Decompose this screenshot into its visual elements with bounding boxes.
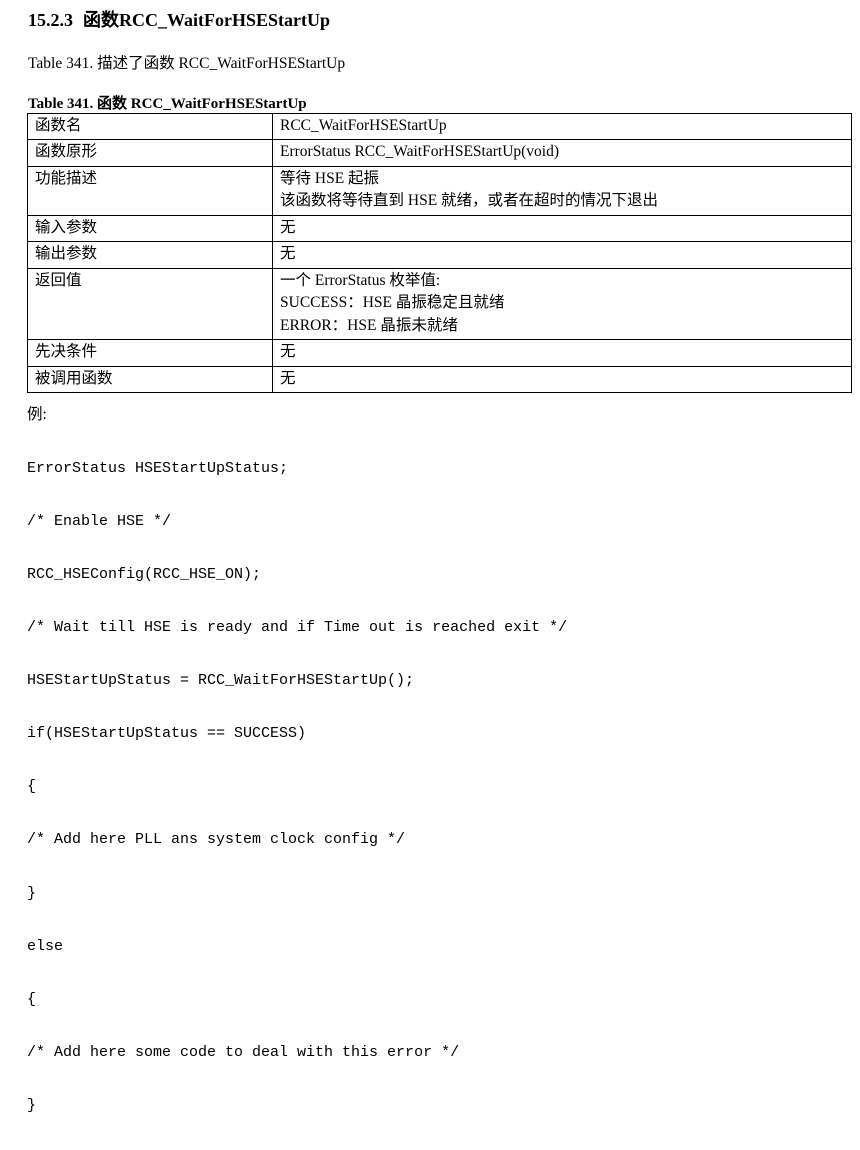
cell-line: RCC_WaitForHSEStartUp	[280, 117, 447, 134]
code-line: HSEStartUpStatus = RCC_WaitForHSEStartUp…	[27, 672, 415, 690]
row-value: 等待 HSE 起振 该函数将等待直到 HSE 就绪，或者在超时的情况下退出	[272, 165, 852, 216]
code-line: {	[27, 778, 37, 796]
code-line: }	[27, 884, 37, 902]
cell-line: 一个 ErrorStatus 枚举值:	[280, 271, 441, 289]
cell-line: 无	[280, 245, 296, 263]
table-row: 输出参数 无	[27, 241, 852, 269]
table-body: 函数名 RCC_WaitForHSEStartUp 函数原形 ErrorStat…	[27, 112, 852, 394]
function-spec-table: 函数名 RCC_WaitForHSEStartUp 函数原形 ErrorStat…	[27, 112, 852, 394]
code-line: {	[27, 990, 37, 1008]
row-value: RCC_WaitForHSEStartUp	[272, 112, 852, 141]
cell-line: 等待 HSE 起振	[280, 169, 380, 187]
table-row: 输入参数 无	[27, 214, 852, 243]
row-label: 函数名	[27, 112, 273, 141]
row-value: ErrorStatus RCC_WaitForHSEStartUp(void)	[272, 139, 852, 167]
code-line: else	[27, 937, 64, 955]
cell-line: SUCCESS：HSE 晶振稳定且就绪	[280, 294, 505, 312]
code-line: /* Add here PLL ans system clock config …	[27, 831, 406, 849]
code-line: /* Enable HSE */	[27, 513, 172, 531]
example-code-block: 例: ErrorStatus HSEStartUpStatus; /* Enab…	[27, 371, 567, 1150]
table-row: 功能描述 等待 HSE 起振 该函数将等待直到 HSE 就绪，或者在超时的情况下…	[27, 165, 852, 216]
code-line: RCC_HSEConfig(RCC_HSE_ON);	[27, 566, 262, 584]
cell-line: ErrorStatus RCC_WaitForHSEStartUp(void)	[280, 143, 560, 161]
example-label: 例:	[27, 406, 47, 424]
code-line: ErrorStatus HSEStartUpStatus;	[27, 460, 289, 478]
table-caption: Table 341. 函数 RCC_WaitForHSEStartUp	[28, 96, 307, 112]
row-value: 无	[272, 214, 852, 243]
row-label: 输入参数	[27, 214, 273, 243]
section-heading: 15.2.3 函数RCC_WaitForHSEStartUp	[28, 6, 330, 32]
table-row: 函数原形 ErrorStatus RCC_WaitForHSEStartUp(v…	[27, 139, 852, 167]
document-page: 15.2.3 函数RCC_WaitForHSEStartUp Table 341.…	[0, 0, 860, 1114]
row-value: 无	[272, 241, 852, 269]
table-row: 返回值 一个 ErrorStatus 枚举值: SUCCESS：HSE 晶振稳定…	[27, 267, 852, 341]
code-line: if(HSEStartUpStatus == SUCCESS)	[27, 725, 307, 743]
cell-line: ERROR：HSE 晶振未就绪	[280, 316, 458, 334]
table-row: 函数名 RCC_WaitForHSEStartUp	[27, 112, 852, 141]
section-number: 15.2.3	[28, 10, 73, 30]
code-line: /* Add here some code to deal with this …	[27, 1043, 460, 1061]
row-label: 先决条件	[27, 339, 273, 367]
table-reference-text: Table 341. 描述了函数 RCC_WaitForHSEStartUp	[28, 55, 346, 72]
row-label: 返回值	[27, 267, 273, 341]
cell-line: 该函数将等待直到 HSE 就绪，或者在超时的情况下退出	[280, 192, 659, 210]
cell-line: 无	[280, 343, 296, 361]
row-label: 输出参数	[27, 241, 273, 269]
section-title: 函数RCC_WaitForHSEStartUp	[83, 10, 330, 30]
row-value: 一个 ErrorStatus 枚举值: SUCCESS：HSE 晶振稳定且就绪 …	[272, 267, 852, 341]
row-label: 功能描述	[27, 165, 273, 216]
table-row: 先决条件 无	[27, 339, 852, 367]
code-line: /* Wait till HSE is ready and if Time ou…	[27, 619, 568, 637]
row-label: 函数原形	[27, 139, 273, 167]
row-value: 无	[272, 339, 852, 367]
code-line: }	[27, 1096, 37, 1114]
cell-line: 无	[280, 218, 296, 236]
